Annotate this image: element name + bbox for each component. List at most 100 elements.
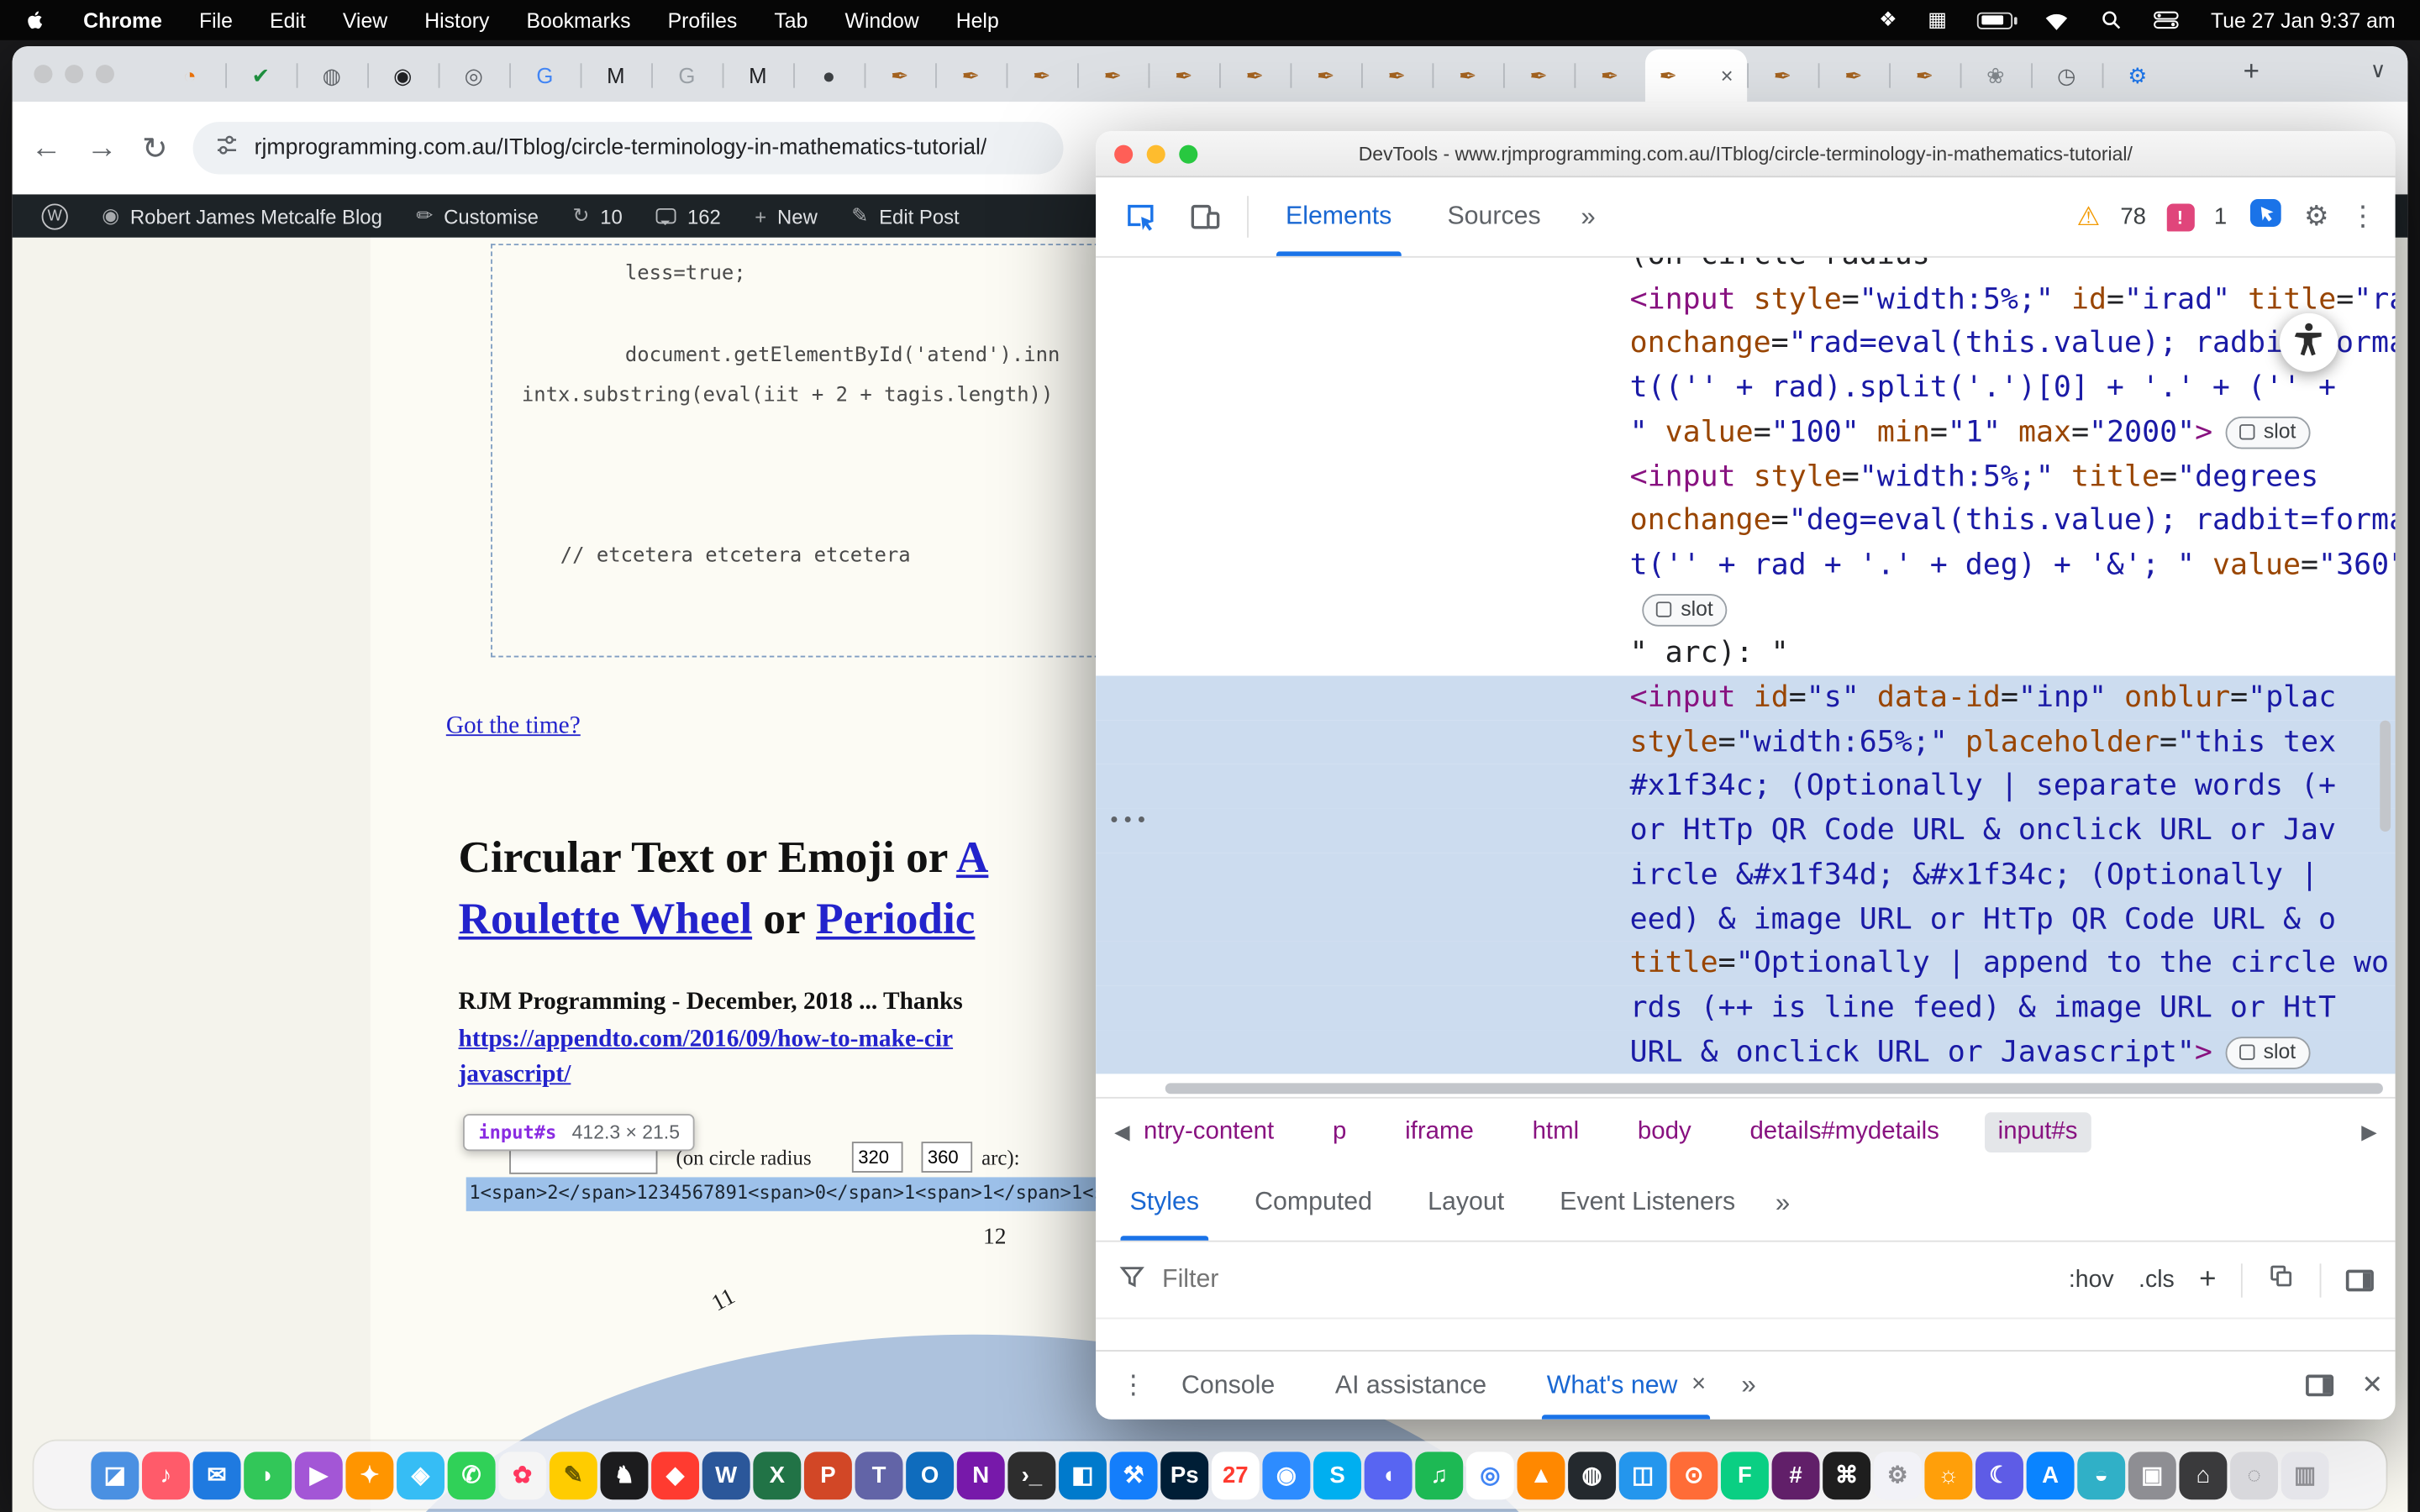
dock-icon[interactable]: O [906,1451,954,1499]
dock-icon[interactable]: ◍ [1568,1451,1616,1499]
sidebar-tab[interactable]: Layout [1400,1165,1532,1241]
breadcrumb-item[interactable]: body [1623,1111,1705,1152]
back-icon[interactable]: ← [31,130,62,165]
zoom-window-button[interactable] [96,65,114,83]
browser-tab[interactable]: ✒ [865,50,935,102]
breadcrumb-item[interactable]: html [1518,1111,1593,1152]
dock-icon[interactable]: # [1772,1451,1820,1499]
browser-tab[interactable]: ✒ × [1645,50,1747,102]
elements-tree-line[interactable]: ircle &#x1f34d; &#x1f34c; (Optionally | [1096,853,2396,897]
more-drawer-tabs-icon[interactable]: » [1729,1352,1769,1420]
dock-icon[interactable]: ⚒ [1110,1451,1158,1499]
elements-tree-line[interactable]: title="Optionally | append to the circle… [1096,942,2396,986]
got-the-time-link[interactable]: Got the time? [446,713,581,741]
dock-icon[interactable]: ⚙ [1874,1451,1922,1499]
menu-bar-item[interactable]: History [424,8,489,32]
comments-link[interactable]: 162 [639,204,738,228]
reference-link[interactable]: https://appendto.com/2016/09/how-to-make… [459,1026,954,1053]
zoom-window-button[interactable] [1179,145,1197,164]
dock-icon[interactable]: ♞ [600,1451,648,1499]
expand-marker[interactable]: ••• [1108,801,1150,845]
dock-side-icon[interactable] [2306,1375,2333,1397]
sidebar-tab[interactable]: Event Listeners [1532,1165,1763,1241]
dock-icon[interactable]: W [702,1451,750,1499]
updates-link[interactable]: ↻ 10 [555,203,639,228]
battery-icon[interactable] [1978,12,2013,29]
dock-icon[interactable]: ›_ [1007,1451,1055,1499]
control-center-icon[interactable] [2154,11,2180,29]
dock-icon[interactable]: ✉ [193,1451,241,1499]
slot-badge[interactable]: slot [2225,417,2310,449]
inspect-highlight-overlay[interactable]: 1<span>2</span>1234567891<span>0</span>1… [466,1177,1133,1210]
dock-icon[interactable]: ◌ [2230,1451,2278,1499]
post-title-link[interactable]: Roulette Wheel [459,895,753,944]
site-name-link[interactable]: ◉ Robert James Metcalfe Blog [85,203,399,228]
post-title-link[interactable]: A [956,833,988,883]
keyboard-icon[interactable]: ▦ [1928,8,1947,32]
tab-close-icon[interactable]: × [1721,63,1733,87]
menu-bar-item[interactable]: Help [956,8,999,32]
menu-bar-item[interactable]: Window [844,8,918,32]
dock-icon[interactable]: Ps [1160,1451,1208,1499]
sidebar-tab[interactable]: Styles [1102,1165,1227,1241]
close-window-button[interactable] [34,65,52,83]
browser-tab[interactable]: ◉ [367,50,438,102]
elements-tree-line[interactable]: <input style="width:5%;" title="degrees [1096,454,2396,499]
drawer-menu-icon[interactable]: ⋮ [1108,1352,1159,1420]
elements-tree-line[interactable]: " value="100" min="1" max="2000">slot [1096,410,2396,454]
breadcrumb-scroll-left-icon[interactable]: ◀ [1114,1120,1129,1144]
status-extra-icon[interactable]: ❖ [1879,8,1897,32]
vertical-scrollbar[interactable] [2380,721,2391,832]
sidebar-tab[interactable]: Computed [1227,1165,1400,1241]
degrees-input[interactable] [922,1142,973,1173]
styles-filter-input[interactable] [1162,1265,2053,1294]
feedback-icon[interactable] [2247,194,2284,239]
close-drawer-icon[interactable]: ✕ [2362,1370,2383,1401]
drawer-tab[interactable]: Console [1158,1352,1312,1420]
browser-tab[interactable]: ✒ [1747,50,1818,102]
dock-icon[interactable]: ◎ [1466,1451,1514,1499]
dock-icon[interactable]: ▲ [1518,1451,1565,1499]
site-settings-icon[interactable] [214,132,239,165]
horizontal-scrollbar[interactable] [1165,1083,2383,1094]
issue-count[interactable]: 1 [2214,203,2227,229]
tab-search-icon[interactable]: ∨ [2370,57,2386,83]
address-bar[interactable]: rjmprogramming.com.au/ITblog/circle-term… [192,122,1063,174]
wifi-icon[interactable] [2044,10,2070,30]
browser-tab[interactable]: ✒ [1077,50,1148,102]
inspect-element-icon[interactable] [1108,177,1173,256]
browser-tab[interactable]: ✒ [935,50,1006,102]
dock-icon[interactable]: ◧ [1059,1451,1107,1499]
devtools-panel-tab[interactable]: Elements [1258,177,1419,256]
browser-tab[interactable]: ✒ [1219,50,1290,102]
menu-bar-item[interactable]: File [199,8,233,32]
slot-badge[interactable]: slot [1642,593,1727,626]
breadcrumb-item[interactable]: p [1318,1111,1360,1152]
apple-menu-icon[interactable] [24,8,46,32]
new-tab-button[interactable]: + [2244,55,2260,88]
browser-tab[interactable]: ◷ [2031,50,2102,102]
dock-icon[interactable]: ◈ [397,1451,445,1499]
dock-icon[interactable]: ♫ [1415,1451,1463,1499]
dock-icon[interactable]: ◪ [91,1451,139,1499]
elements-tree-line[interactable]: t('' + rad + '.' + deg) + '&'; " value="… [1096,543,2396,587]
dock-icon[interactable]: S [1313,1451,1361,1499]
device-toolbar-icon[interactable] [1173,177,1238,256]
dock-icon[interactable]: ▣ [2128,1451,2176,1499]
drawer-tab[interactable]: What's new × [1523,1352,1728,1420]
close-window-button[interactable] [1114,145,1133,164]
dock-icon[interactable]: ⊙ [1670,1451,1718,1499]
dock-icon[interactable]: A [2027,1451,2075,1499]
browser-tab[interactable]: M [581,50,651,102]
dock-icon[interactable]: P [804,1451,852,1499]
element-class-toggle[interactable]: .cls [2139,1266,2175,1294]
url-text[interactable]: rjmprogramming.com.au/ITblog/circle-term… [255,136,987,160]
dock-icon[interactable]: ◆ [651,1451,699,1499]
elements-tree-line[interactable]: <input id="s" data-id="inp" onblur="plac [1096,676,2396,721]
elements-tree-line[interactable]: <input style="width:5%;" id="irad" title… [1096,277,2396,322]
browser-tab[interactable]: ✒ [1574,50,1644,102]
elements-tree-line[interactable]: onchange="deg=eval(this.value); radbit=f… [1096,499,2396,543]
forward-icon[interactable]: → [87,130,118,165]
dock-icon[interactable]: ⌂ [2179,1451,2227,1499]
dock-icon[interactable]: ☼ [1924,1451,1972,1499]
